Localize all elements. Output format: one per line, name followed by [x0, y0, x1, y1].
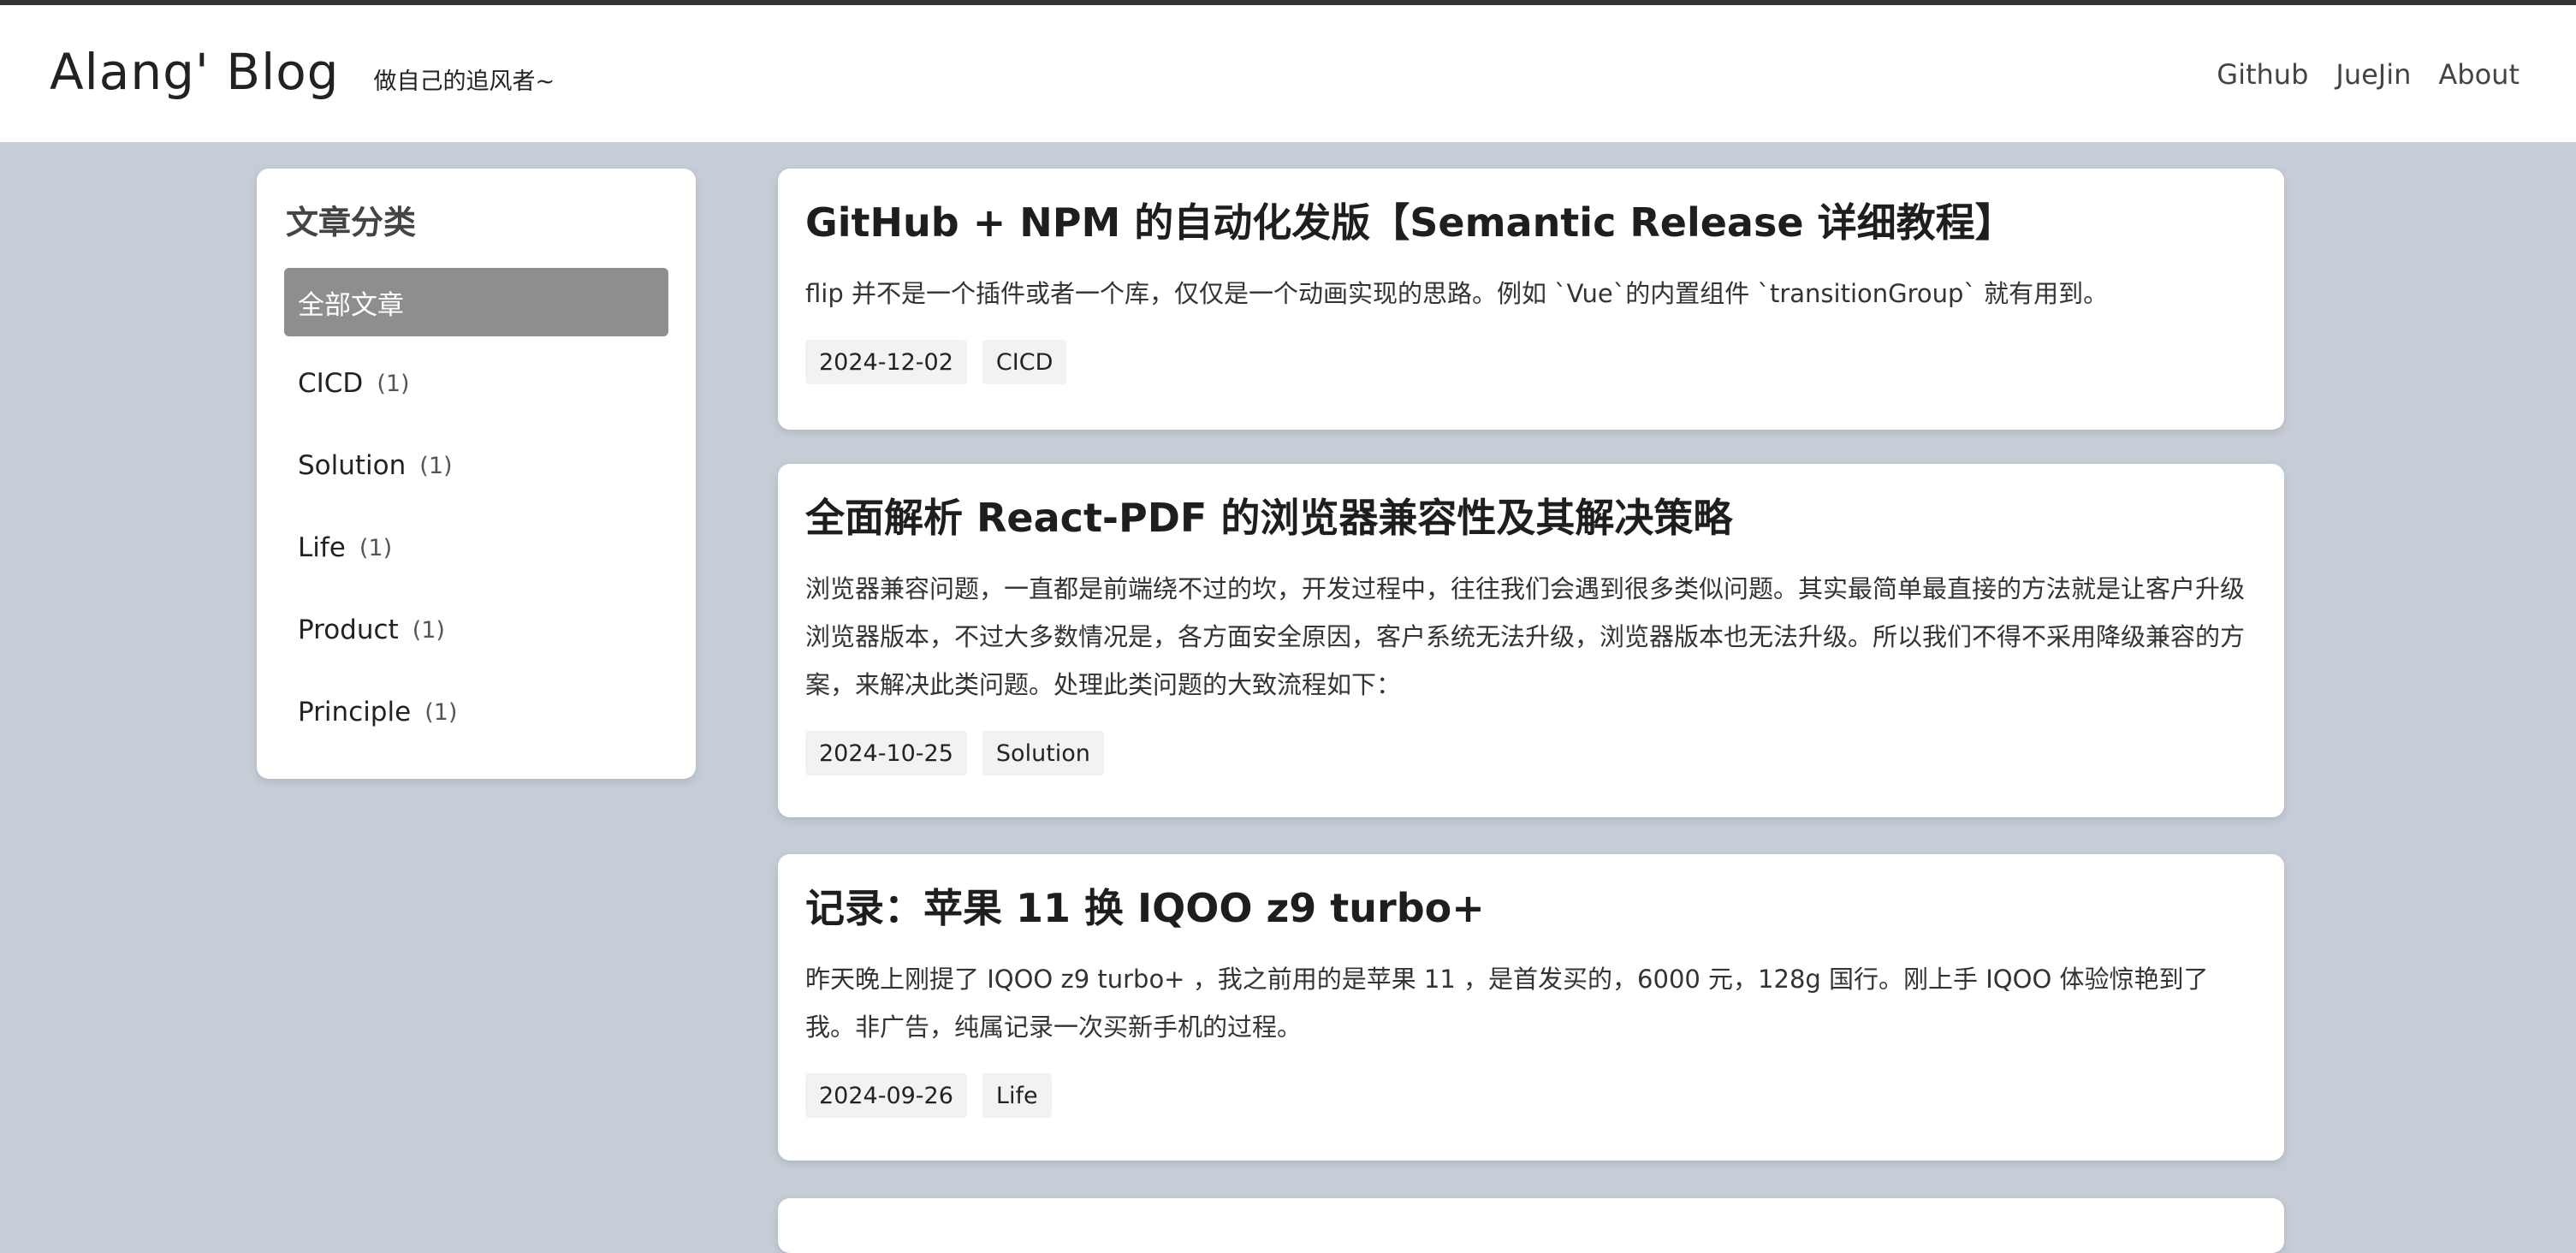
- post-title[interactable]: 记录：苹果 11 换 IQOO z9 turbo+: [805, 882, 2257, 935]
- post-card[interactable]: 全面解析 React-PDF 的浏览器兼容性及其解决策略 浏览器兼容问题，一直都…: [778, 464, 2284, 817]
- post-meta: 2024-10-25 Solution: [805, 731, 2257, 775]
- site-subtitle: 做自己的追风者~: [373, 68, 555, 95]
- post-excerpt: 浏览器兼容问题，一直都是前端绕不过的坎，开发过程中，往往我们会遇到很多类似问题。…: [805, 574, 2246, 699]
- category-label: CICD: [298, 368, 364, 399]
- category-list: 全部文章 CICD (1) Solution (1) Life (1) Prod…: [284, 268, 668, 747]
- top-nav: Github JueJin About: [2217, 58, 2520, 91]
- category-count: (1): [377, 370, 410, 397]
- category-label: Life: [298, 532, 346, 563]
- post-category-tag[interactable]: CICD: [982, 340, 1067, 384]
- post-date: 2024-10-25: [805, 731, 967, 775]
- post-card[interactable]: GitHub + NPM 的自动化发版【Semantic Release 详细教…: [778, 169, 2284, 430]
- category-item-solution[interactable]: Solution (1): [284, 431, 668, 501]
- category-label: 全部文章: [298, 289, 404, 321]
- post-card[interactable]: [778, 1198, 2284, 1253]
- post-meta: 2024-09-26 Life: [805, 1073, 2257, 1118]
- category-sidebar: 文章分类 全部文章 CICD (1) Solution (1) Life (1)…: [257, 169, 696, 779]
- category-item-principle[interactable]: Principle (1): [284, 677, 668, 747]
- nav-link-about[interactable]: About: [2438, 58, 2520, 91]
- site-title[interactable]: Alang' Blog: [50, 43, 340, 101]
- category-count: (1): [424, 698, 458, 726]
- category-count: (1): [412, 616, 445, 644]
- post-category-tag[interactable]: Life: [982, 1073, 1052, 1118]
- post-date: 2024-09-26: [805, 1073, 967, 1118]
- nav-link-juejin[interactable]: JueJin: [2336, 58, 2411, 91]
- post-category-tag[interactable]: Solution: [982, 731, 1104, 775]
- nav-link-github[interactable]: Github: [2217, 58, 2308, 91]
- sidebar-title: 文章分类: [286, 204, 417, 241]
- category-item-cicd[interactable]: CICD (1): [284, 348, 668, 419]
- category-label: Principle: [298, 697, 412, 727]
- category-count: (1): [419, 452, 453, 479]
- brand: Alang' Blog 做自己的追风者~: [50, 43, 555, 101]
- category-item-all[interactable]: 全部文章: [284, 268, 668, 336]
- category-label: Product: [298, 615, 399, 645]
- post-title[interactable]: GitHub + NPM 的自动化发版【Semantic Release 详细教…: [805, 196, 2257, 249]
- post-title[interactable]: 全面解析 React-PDF 的浏览器兼容性及其解决策略: [805, 491, 2257, 544]
- post-date: 2024-12-02: [805, 340, 967, 384]
- category-item-life[interactable]: Life (1): [284, 513, 668, 583]
- category-label: Solution: [298, 450, 407, 481]
- site-header: Alang' Blog 做自己的追风者~ Github JueJin About: [0, 5, 2576, 142]
- post-excerpt: flip 并不是一个插件或者一个库，仅仅是一个动画实现的思路。例如 `Vue`的…: [805, 279, 2109, 308]
- post-excerpt: 昨天晚上刚提了 IQOO z9 turbo+ ，我之前用的是苹果 11 ，是首发…: [805, 965, 2209, 1042]
- category-item-product[interactable]: Product (1): [284, 595, 668, 665]
- category-count: (1): [359, 534, 393, 561]
- post-meta: 2024-12-02 CICD: [805, 340, 2257, 384]
- post-card[interactable]: 记录：苹果 11 换 IQOO z9 turbo+ 昨天晚上刚提了 IQOO z…: [778, 854, 2284, 1161]
